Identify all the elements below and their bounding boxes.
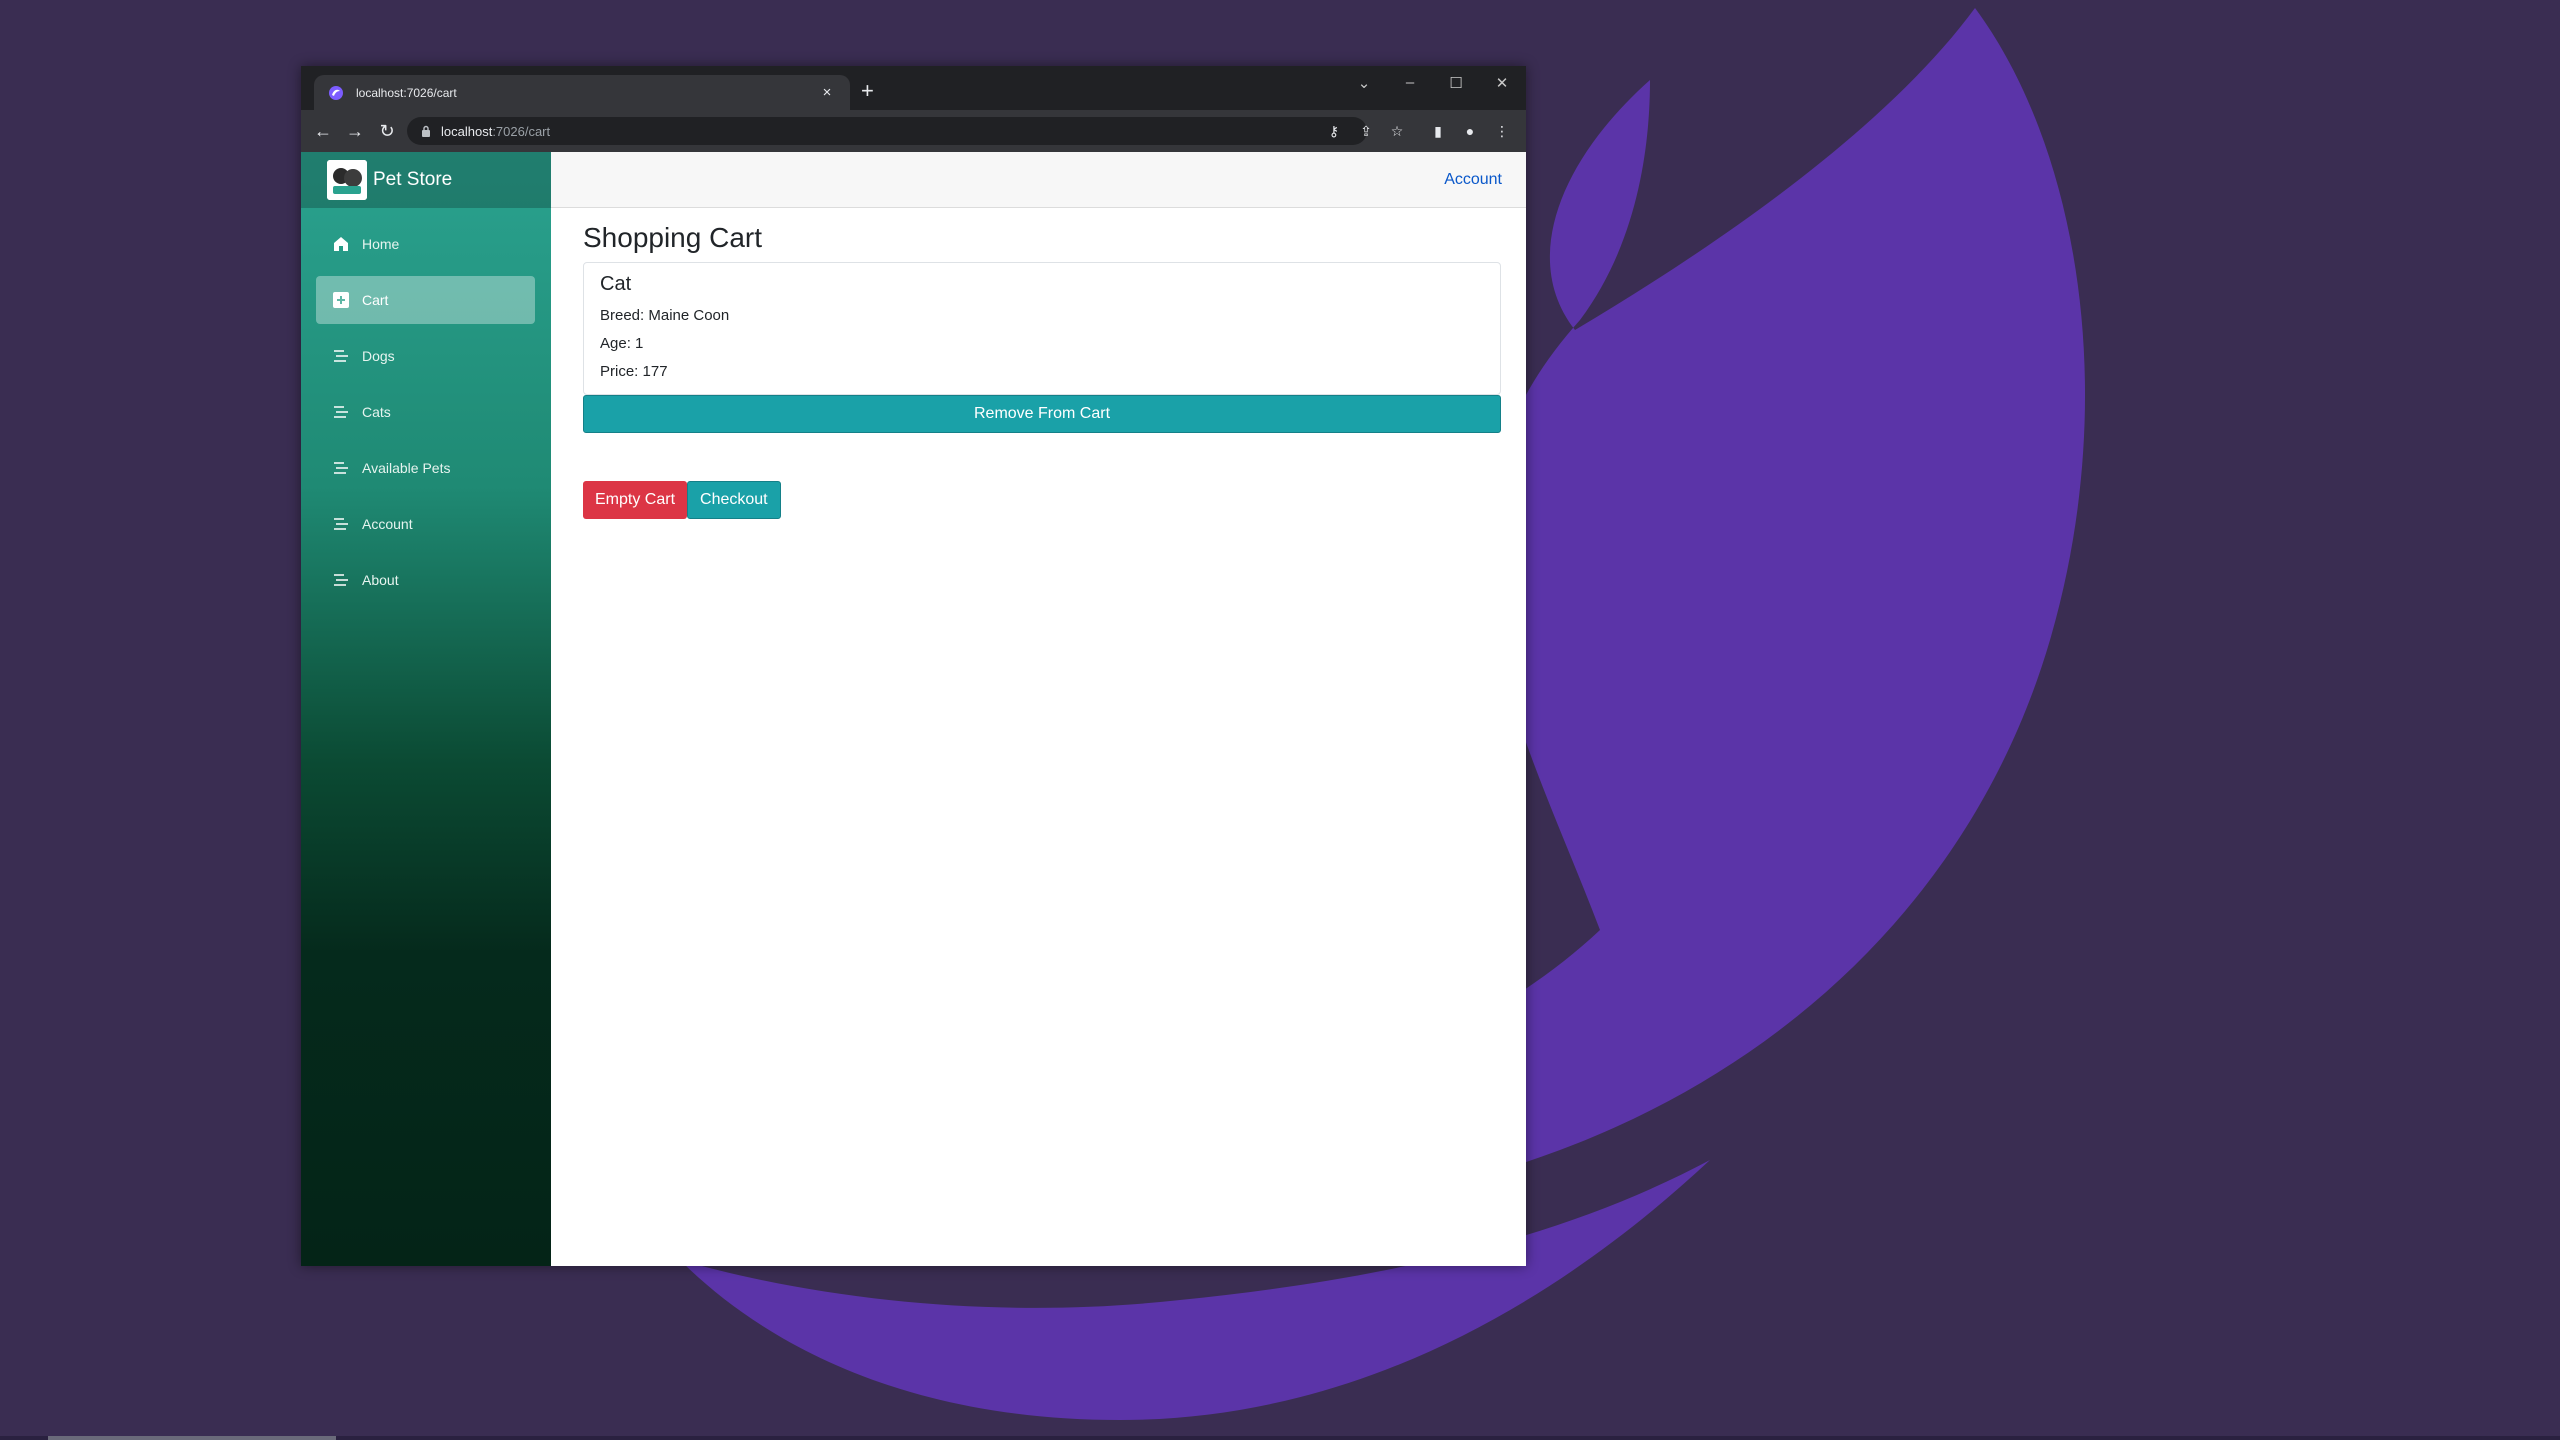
item-age: Age: 1 [600, 335, 644, 352]
logo-graphic-icon [327, 160, 367, 200]
forward-icon[interactable]: → [343, 119, 367, 143]
taskbar [0, 1436, 2560, 1440]
url-host: localhost [441, 123, 493, 139]
sidebar-item-label: Cart [362, 292, 389, 308]
sidebar-item-label: Dogs [362, 348, 395, 364]
browser-tab[interactable]: localhost:7026/cart × [314, 75, 850, 110]
bookmark-star-icon[interactable]: ☆ [1386, 120, 1408, 142]
cart-item-card: Cat Breed: Maine Coon Age: 1 Price: 177 [583, 262, 1501, 395]
back-icon[interactable]: ← [311, 119, 335, 143]
list-icon [334, 574, 348, 586]
lock-icon [422, 125, 430, 137]
sidebar-item-label: Account [362, 516, 413, 532]
sidebar-item-label: Available Pets [362, 460, 451, 476]
browser-window: localhost:7026/cart × + ⌄ – ☐ ✕ ← → ↻ lo… [301, 66, 1526, 1266]
remove-from-cart-button[interactable]: Remove From Cart [583, 395, 1501, 433]
browser-toolbar: ← → ↻ localhost:7026/cart ⚷ ⇪ ☆ ▮ ● ⋮ [301, 110, 1526, 152]
sidebar-item-cart[interactable]: Cart [316, 276, 535, 324]
menu-kebab-icon[interactable]: ⋮ [1491, 120, 1513, 142]
close-window-icon[interactable]: ✕ [1487, 74, 1517, 92]
sidebar-item-dogs[interactable]: Dogs [316, 332, 535, 380]
top-bar: Account [551, 152, 1526, 208]
sidebar-item-available-pets[interactable]: Available Pets [316, 444, 535, 492]
account-link[interactable]: Account [1444, 171, 1502, 189]
sidebar-item-label: Home [362, 236, 400, 252]
app-root: Pet Store Home Cart Dogs Cats Available … [301, 152, 1526, 1266]
plus-square-icon [333, 292, 349, 308]
sidebar-item-about[interactable]: About [316, 556, 535, 604]
share-icon[interactable]: ⇪ [1355, 120, 1377, 142]
maximize-icon[interactable]: ☐ [1441, 74, 1471, 92]
brand-bar[interactable]: Pet Store [301, 152, 551, 208]
sidebar: Pet Store Home Cart Dogs Cats Available … [301, 152, 551, 1266]
sidebar-item-home[interactable]: Home [316, 220, 535, 268]
tab-search-icon[interactable]: ⌄ [1349, 74, 1379, 92]
url-path: :7026/cart [492, 123, 551, 139]
reload-icon[interactable]: ↻ [375, 119, 399, 143]
home-icon [334, 237, 348, 251]
empty-cart-button[interactable]: Empty Cart [583, 481, 688, 519]
sidebar-item-account[interactable]: Account [316, 500, 535, 548]
item-name: Cat [600, 273, 632, 295]
brand-name: Pet Store [373, 169, 453, 190]
list-icon [334, 462, 348, 474]
tab-title: localhost:7026/cart [356, 85, 457, 100]
side-panel-icon[interactable]: ▮ [1427, 120, 1449, 142]
item-breed: Breed: Maine Coon [600, 307, 730, 324]
key-icon[interactable]: ⚷ [1323, 120, 1345, 142]
sidebar-item-cats[interactable]: Cats [316, 388, 535, 436]
page-title: Shopping Cart [583, 222, 763, 253]
taskbar-segment [48, 1436, 336, 1440]
blazor-favicon-icon [329, 85, 343, 100]
address-bar[interactable]: localhost:7026/cart [407, 117, 1367, 145]
new-tab-button[interactable]: + [861, 80, 874, 102]
cart-actions: Empty Cart Checkout [583, 481, 1502, 519]
list-icon [334, 518, 348, 530]
main-content: Account Shopping Cart Cat Breed: Maine C… [551, 152, 1526, 1266]
list-icon [334, 350, 348, 362]
checkout-button[interactable]: Checkout [687, 481, 781, 519]
item-price: Price: 177 [600, 363, 668, 380]
list-icon [334, 406, 348, 418]
pet-store-logo [327, 160, 367, 200]
sidebar-item-label: Cats [362, 404, 391, 420]
cart-content: Shopping Cart Cat Breed: Maine Coon Age:… [551, 208, 1526, 519]
sidebar-nav: Home Cart Dogs Cats Available Pets Accou… [301, 208, 551, 604]
minimize-icon[interactable]: – [1395, 74, 1425, 91]
sidebar-item-label: About [362, 572, 399, 588]
tab-strip: localhost:7026/cart × + ⌄ – ☐ ✕ [301, 66, 1526, 110]
profile-icon[interactable]: ● [1459, 120, 1481, 142]
close-tab-icon[interactable]: × [818, 84, 836, 101]
